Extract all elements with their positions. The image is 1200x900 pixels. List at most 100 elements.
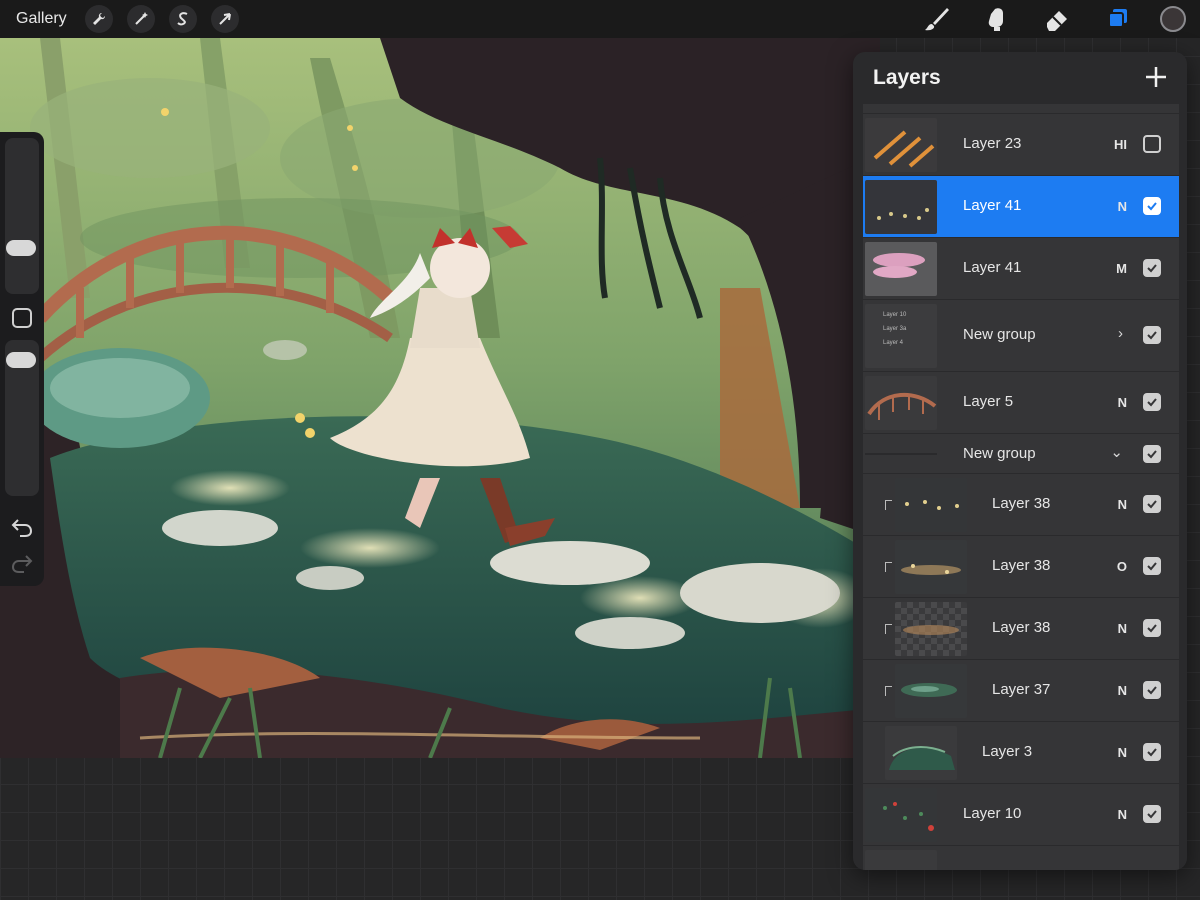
- gallery-button[interactable]: Gallery: [16, 10, 67, 28]
- color-swatch-button[interactable]: [1160, 6, 1186, 32]
- visibility-checkbox[interactable]: [1143, 681, 1161, 699]
- blend-mode-label[interactable]: N: [1118, 807, 1127, 822]
- chevron-down-icon[interactable]: ⌄: [1110, 443, 1123, 461]
- blend-mode-label[interactable]: N: [1118, 199, 1127, 214]
- layer-name: Layer 38: [992, 619, 1051, 636]
- layer-name: Layer 41: [963, 197, 1022, 214]
- smudge-icon[interactable]: [980, 2, 1014, 36]
- visibility-checkbox[interactable]: [1143, 393, 1161, 411]
- visibility-checkbox[interactable]: [1143, 805, 1161, 823]
- group-divider: [865, 453, 937, 455]
- modify-button[interactable]: [12, 308, 32, 328]
- visibility-checkbox[interactable]: [1143, 197, 1161, 215]
- layer-row[interactable]: Layer 10 N: [863, 784, 1179, 846]
- layer-name: Layer 38: [992, 495, 1051, 512]
- layer-thumbnail: [865, 376, 937, 430]
- redo-icon: [11, 555, 33, 573]
- checkmark-icon: [1147, 264, 1157, 273]
- visibility-checkbox[interactable]: [1143, 135, 1161, 153]
- blend-mode-label[interactable]: N: [1118, 683, 1127, 698]
- group-preview-label: Layer 3a: [883, 326, 907, 332]
- blend-mode-label[interactable]: N: [1118, 395, 1127, 410]
- layer-thumbnail: [865, 788, 937, 842]
- layers-title: Layers: [873, 66, 941, 89]
- layer-row[interactable]: Layer 5 N: [863, 372, 1179, 434]
- undo-button[interactable]: [10, 516, 34, 538]
- layer-name: Layer 37: [992, 681, 1051, 698]
- wrench-icon[interactable]: [84, 5, 113, 33]
- layer-row[interactable]: Layer 37 N: [863, 660, 1179, 722]
- undo-icon: [11, 519, 33, 537]
- clipping-mask-icon: [885, 500, 892, 510]
- blend-mode-label[interactable]: HI: [1114, 137, 1127, 152]
- selection-s-icon[interactable]: [168, 5, 197, 33]
- layer-thumbnail: [865, 850, 937, 870]
- layer-thumbnail: [885, 726, 957, 780]
- layer-row-partial[interactable]: [863, 104, 1179, 114]
- brush-size-thumb[interactable]: [6, 240, 36, 256]
- opacity-thumb[interactable]: [6, 352, 36, 368]
- layer-thumbnail: [895, 478, 967, 532]
- forest-illustration: [0, 38, 880, 758]
- group-thumbnail: Layer 10 Layer 3a Layer 4: [865, 304, 937, 368]
- checkmark-icon: [1147, 686, 1157, 695]
- checkmark-icon: [1147, 450, 1157, 459]
- checkmark-icon: [1147, 748, 1157, 757]
- redo-button[interactable]: [10, 552, 34, 574]
- layer-name: Layer 3: [982, 743, 1033, 760]
- layer-name: Layer 10: [963, 805, 1022, 822]
- add-layer-button[interactable]: [1143, 64, 1169, 90]
- layers-list[interactable]: Layer 23 HI Layer 41 N Layer 41 M Layer …: [863, 104, 1179, 870]
- clipping-mask-icon: [885, 624, 892, 634]
- layer-row-selected[interactable]: Layer 41 N: [863, 176, 1179, 238]
- procreate-app: Gallery Layers Layer 23 HI Layer 41 N La…: [0, 0, 1200, 900]
- visibility-checkbox[interactable]: [1143, 445, 1161, 463]
- top-toolbar: Gallery: [0, 0, 1200, 38]
- magic-wand-icon[interactable]: [126, 5, 155, 33]
- arrow-cursor-icon[interactable]: [210, 5, 239, 33]
- layer-name: Layer 38: [992, 557, 1051, 574]
- group-name: New group: [963, 445, 1036, 462]
- layer-row[interactable]: Layer 38 N: [863, 598, 1179, 660]
- checkmark-icon: [1147, 562, 1157, 571]
- layer-name: Layer 23: [963, 135, 1022, 152]
- visibility-checkbox[interactable]: [1143, 557, 1161, 575]
- blend-mode-label[interactable]: O: [1117, 559, 1127, 574]
- blend-mode-label[interactable]: N: [1118, 745, 1127, 760]
- layer-name: Layer 5: [963, 393, 1014, 410]
- layer-row[interactable]: Layer 38 O: [863, 536, 1179, 598]
- brush-size-slider[interactable]: [5, 138, 39, 294]
- layer-thumbnail: [895, 540, 967, 594]
- layer-row-partial[interactable]: [863, 846, 1179, 870]
- visibility-checkbox[interactable]: [1143, 326, 1161, 344]
- eraser-icon[interactable]: [1040, 2, 1074, 36]
- layer-name: Layer 41: [963, 259, 1022, 276]
- layer-row[interactable]: Layer 41 M: [863, 238, 1179, 300]
- layer-group-row[interactable]: New group ⌄: [863, 434, 1179, 474]
- checkmark-icon: [1147, 331, 1157, 340]
- group-preview-label: Layer 4: [883, 340, 904, 346]
- chevron-right-icon[interactable]: ›: [1118, 325, 1123, 342]
- layer-thumbnail: [865, 118, 937, 172]
- visibility-checkbox[interactable]: [1143, 495, 1161, 513]
- clipping-mask-icon: [885, 686, 892, 696]
- clipping-mask-icon: [885, 562, 892, 572]
- visibility-checkbox[interactable]: [1143, 619, 1161, 637]
- brush-icon[interactable]: [920, 2, 954, 36]
- artwork-canvas[interactable]: [0, 38, 880, 758]
- layer-group-row[interactable]: Layer 10 Layer 3a Layer 4 New group ›: [863, 300, 1179, 372]
- layer-row[interactable]: Layer 23 HI: [863, 114, 1179, 176]
- layers-icon[interactable]: [1100, 2, 1134, 36]
- opacity-slider[interactable]: [5, 340, 39, 496]
- blend-mode-label[interactable]: M: [1116, 261, 1127, 276]
- visibility-checkbox[interactable]: [1143, 743, 1161, 761]
- layer-row[interactable]: Layer 3 N: [863, 722, 1179, 784]
- blend-mode-label[interactable]: N: [1118, 621, 1127, 636]
- layer-row[interactable]: Layer 38 N: [863, 474, 1179, 536]
- plus-icon: [1146, 67, 1166, 87]
- blend-mode-label[interactable]: N: [1118, 497, 1127, 512]
- visibility-checkbox[interactable]: [1143, 259, 1161, 277]
- layer-thumbnail: [895, 664, 967, 718]
- layer-thumbnail: [865, 180, 937, 234]
- group-preview-label: Layer 10: [883, 312, 907, 318]
